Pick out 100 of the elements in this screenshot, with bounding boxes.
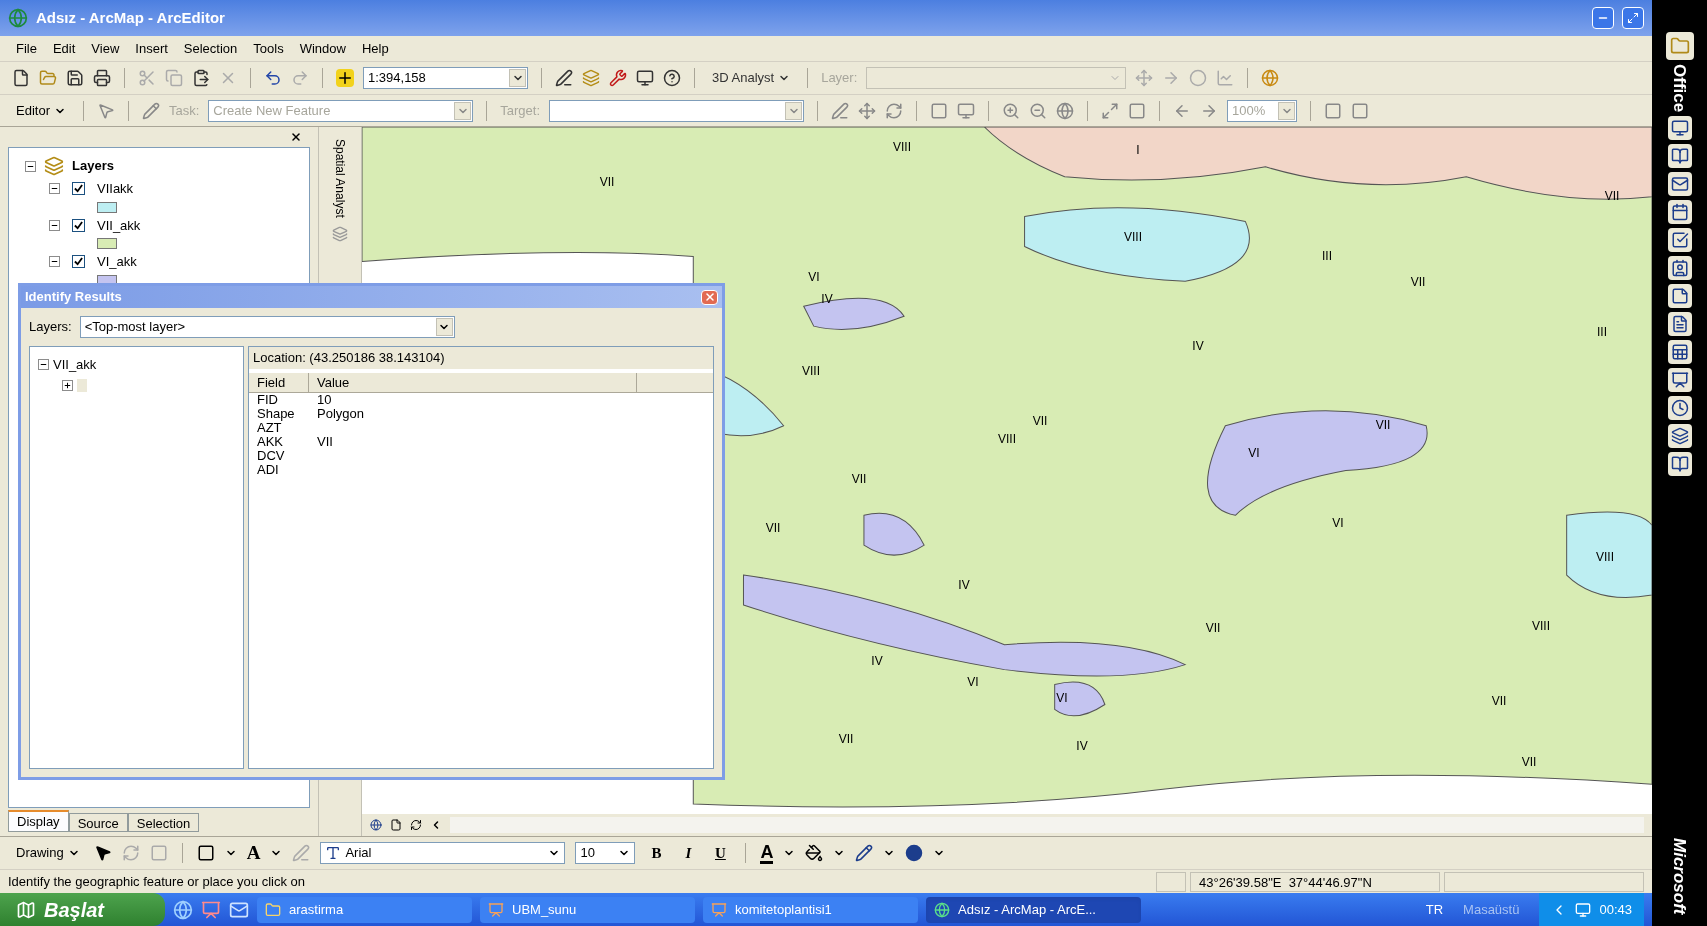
office-app-icon[interactable] <box>1667 368 1692 393</box>
edit-pointer-icon[interactable] <box>96 101 115 120</box>
office-app-icon[interactable] <box>1667 340 1692 365</box>
office-app-icon[interactable] <box>1667 424 1692 449</box>
line-tool-icon[interactable] <box>831 101 850 120</box>
menu-item[interactable]: Tools <box>253 38 284 59</box>
new-file-icon[interactable] <box>12 69 30 87</box>
close-button[interactable] <box>701 289 718 305</box>
start-button[interactable]: Başlat <box>0 893 165 926</box>
format-button[interactable]: U <box>709 841 732 865</box>
pan-icon[interactable] <box>1056 101 1075 120</box>
layer-name[interactable]: VII_akk <box>97 215 141 235</box>
toolbox-icon[interactable] <box>609 69 627 87</box>
text-tool[interactable]: A <box>246 838 261 868</box>
taskbar-button[interactable]: komitetoplantisi1 <box>703 896 918 923</box>
layer-checkbox[interactable] <box>72 218 85 232</box>
fill-color-icon[interactable] <box>805 844 824 862</box>
layer-checkbox[interactable] <box>72 255 85 269</box>
toc-tab[interactable]: Display <box>8 810 69 832</box>
page-icon[interactable] <box>1351 101 1370 120</box>
tree-item[interactable]: VII_akk <box>53 355 97 375</box>
expand-icon[interactable] <box>62 379 73 391</box>
office-app-icon[interactable] <box>1667 144 1692 169</box>
menu-item[interactable]: Help <box>361 38 389 59</box>
office-app-icon[interactable] <box>1667 228 1692 253</box>
refresh-icon[interactable] <box>410 819 422 831</box>
editor-pen-icon[interactable] <box>555 69 573 87</box>
rotate-icon[interactable] <box>885 101 904 120</box>
taskbar-button[interactable]: arastirma <box>257 896 472 923</box>
collapse-icon[interactable] <box>49 183 60 195</box>
close-icon[interactable] <box>290 131 302 143</box>
taskbar-button[interactable]: UBM_sunu <box>480 896 695 923</box>
layer-name[interactable]: VIIakk <box>97 179 134 199</box>
office-app-icon[interactable] <box>1667 172 1692 197</box>
paste-icon[interactable] <box>192 69 210 87</box>
font-color-button[interactable]: A <box>760 842 774 864</box>
office-app-icon[interactable] <box>1667 200 1692 225</box>
undo-icon[interactable] <box>264 69 282 87</box>
sketch-pencil-icon[interactable] <box>141 101 160 120</box>
collapse-icon[interactable] <box>49 219 60 231</box>
layers-icon[interactable] <box>582 69 600 87</box>
size-dropdown[interactable]: 10 <box>575 842 636 864</box>
editor-menu[interactable]: Editor <box>12 100 70 121</box>
save-icon[interactable] <box>66 69 84 87</box>
collapse-icon[interactable] <box>38 359 49 371</box>
fixed-zoom-icon[interactable] <box>1128 101 1147 120</box>
browser-icon[interactable] <box>173 899 193 920</box>
language-indicator[interactable]: TR <box>1425 899 1444 920</box>
menu-item[interactable]: Insert <box>135 38 168 59</box>
taskbar-button[interactable]: Adsız - ArcMap - ArcE... <box>926 896 1141 923</box>
office-app-icon[interactable] <box>1667 284 1692 309</box>
toc-tab[interactable]: Selection <box>127 813 200 832</box>
office-app-icon[interactable] <box>1667 452 1692 477</box>
format-button[interactable]: B <box>645 841 668 865</box>
restore-button[interactable] <box>1622 7 1644 29</box>
menu-item[interactable]: Window <box>299 38 346 59</box>
analyst-menu[interactable]: 3D Analyst <box>708 68 795 88</box>
marker-color-icon[interactable] <box>905 844 924 862</box>
office-app-icon[interactable] <box>1667 116 1692 141</box>
sketch-properties-icon[interactable] <box>957 101 976 120</box>
menu-item[interactable]: File <box>16 38 37 59</box>
select-arrow-icon[interactable] <box>93 844 112 862</box>
office-app-icon[interactable] <box>1667 256 1692 281</box>
open-folder-icon[interactable] <box>39 69 57 87</box>
zoom-in-icon[interactable] <box>1002 101 1021 120</box>
add-data-icon[interactable] <box>336 69 354 87</box>
line-color-icon[interactable] <box>855 844 874 862</box>
layer-name[interactable]: VI_akk <box>97 252 137 272</box>
split-icon[interactable] <box>858 101 877 120</box>
layout-view-icon[interactable] <box>390 819 402 831</box>
toc-root[interactable]: Layers <box>72 156 114 176</box>
print-icon[interactable] <box>93 69 111 87</box>
minimize-button[interactable] <box>1592 7 1614 29</box>
toc-tab[interactable]: Source <box>68 813 128 832</box>
font-dropdown[interactable]: Arial <box>320 842 566 864</box>
full-extent-icon[interactable] <box>1101 101 1120 120</box>
collapse-icon[interactable] <box>25 160 36 172</box>
collapse-icon[interactable] <box>49 256 60 268</box>
drawing-menu[interactable]: Drawing <box>12 843 84 863</box>
network-icon[interactable] <box>1575 901 1592 918</box>
layer-checkbox[interactable] <box>72 182 85 196</box>
office-app-icon[interactable] <box>1667 312 1692 337</box>
layout-icon[interactable] <box>1324 101 1343 120</box>
rectangle-icon[interactable] <box>196 844 215 862</box>
attributes-icon[interactable] <box>930 101 949 120</box>
scale-dropdown[interactable]: 1:394,158 <box>363 67 528 89</box>
office-app-icon[interactable] <box>1667 396 1692 421</box>
format-button[interactable]: I <box>677 841 700 865</box>
feature-node[interactable] <box>77 378 87 392</box>
menu-item[interactable]: View <box>91 38 120 59</box>
help-icon[interactable] <box>663 69 681 87</box>
zoom-out-icon[interactable] <box>1029 101 1048 120</box>
menu-item[interactable]: Selection <box>183 38 238 59</box>
column-header[interactable]: Value <box>309 372 637 392</box>
target-dropdown[interactable] <box>549 99 805 122</box>
layers-dropdown[interactable]: <Top-most layer> <box>79 316 455 338</box>
data-view-icon[interactable] <box>370 819 382 831</box>
window-icon[interactable] <box>636 69 654 87</box>
column-header[interactable]: Field <box>249 372 309 392</box>
folder-icon[interactable] <box>1665 32 1694 60</box>
